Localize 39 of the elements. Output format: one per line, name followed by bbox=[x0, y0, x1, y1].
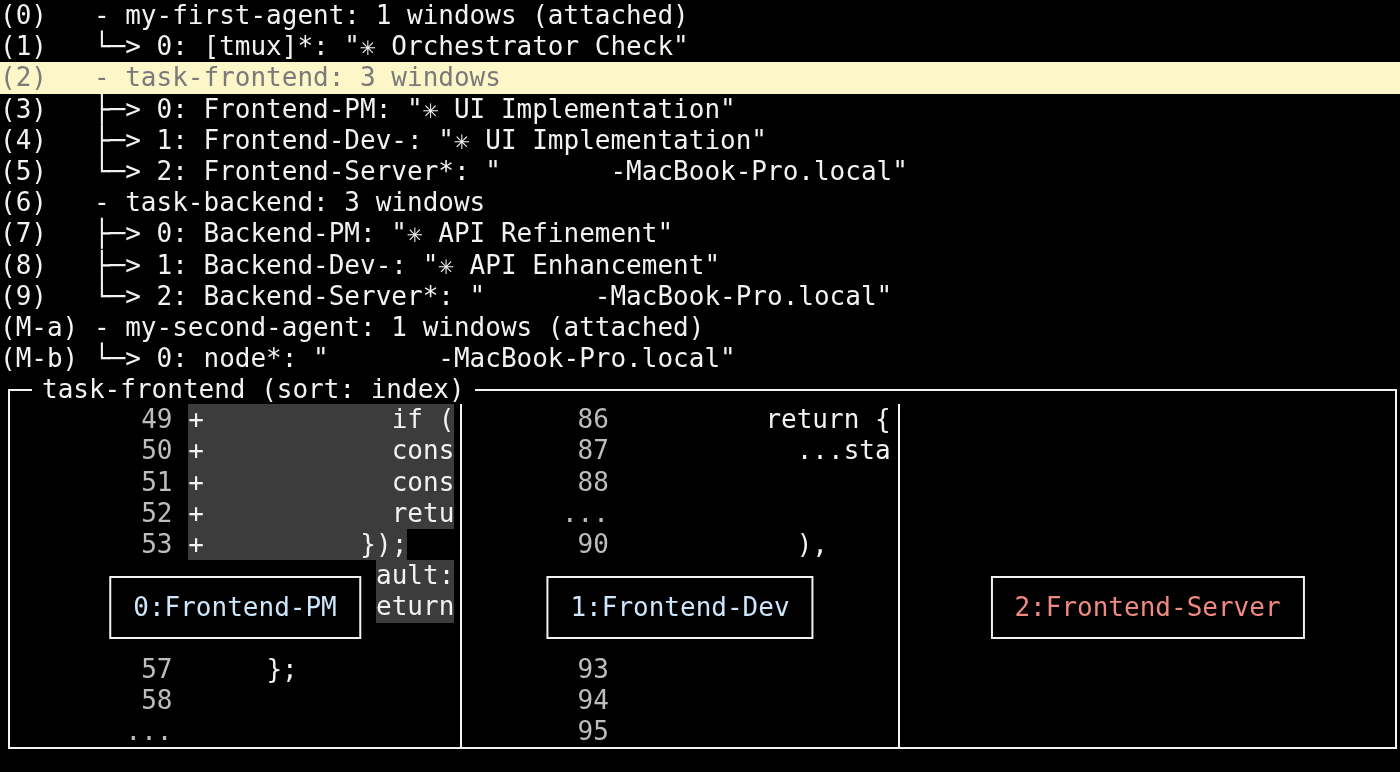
line-number: 52 bbox=[140, 497, 173, 529]
code-text: + }); bbox=[188, 529, 408, 561]
window-row[interactable]: (1) └─> 0: [tmux]*: "✳ Orchestrator Check" bbox=[0, 31, 1400, 63]
window-row[interactable]: (M-b) └─> 0: node*: " -MacBook-Pro.local" bbox=[0, 343, 1400, 375]
line-number: 90 bbox=[576, 529, 609, 561]
code-text: + if ( bbox=[188, 404, 455, 436]
code-text: eturn bbox=[376, 591, 455, 623]
line-number: 86 bbox=[576, 404, 609, 436]
code-text: return { bbox=[765, 404, 891, 436]
window-label: 1:Frontend-Dev bbox=[546, 576, 814, 640]
window-label: 0:Frontend-PM bbox=[109, 576, 361, 640]
line-number: 88 bbox=[576, 466, 609, 498]
code-text: + retu bbox=[188, 497, 455, 529]
window-row[interactable]: (5) └─> 2: Frontend-Server*: " -MacBook-Pro.local" bbox=[0, 155, 1400, 188]
line-number: 49 bbox=[140, 404, 173, 436]
code-text: ...sta bbox=[796, 435, 891, 467]
line-number: ... bbox=[124, 716, 173, 748]
window-row[interactable]: (8) ├─> 1: Backend-Dev-: "✳ API Enhancement" bbox=[0, 249, 1400, 281]
window-row[interactable]: (9) └─> 2: Backend-Server*: " -MacBook-Pro.local" bbox=[0, 280, 1400, 312]
line-number: 93 bbox=[576, 653, 609, 685]
line-number: 57 bbox=[140, 653, 173, 685]
code-text: }; bbox=[266, 653, 298, 685]
line-number: 51 bbox=[140, 466, 173, 498]
window-row[interactable]: (3) ├─> 0: Frontend-PM: "✳ UI Implementation" bbox=[0, 93, 1400, 125]
window-label: 2:Frontend-Server bbox=[990, 576, 1305, 640]
window-row[interactable]: (7) ├─> 0: Backend-PM: "✳ API Refinement" bbox=[0, 218, 1400, 250]
line-number: ... bbox=[560, 497, 609, 529]
line-number: 95 bbox=[576, 716, 609, 748]
line-number: 53 bbox=[140, 529, 173, 561]
line-number: 50 bbox=[140, 435, 173, 467]
code-text: + cons bbox=[188, 435, 455, 467]
code-text: ault: bbox=[376, 560, 455, 592]
session-row[interactable]: (2) - task-frontend: 3 windows bbox=[0, 62, 1400, 94]
line-number: 94 bbox=[576, 684, 609, 717]
code-text: + cons bbox=[188, 466, 455, 498]
line-number: 58 bbox=[140, 684, 173, 717]
line-number: 87 bbox=[576, 435, 609, 467]
window-row[interactable]: (4) ├─> 1: Frontend-Dev-: "✳ UI Implementation" bbox=[0, 124, 1400, 156]
code-text: ), bbox=[796, 529, 828, 561]
